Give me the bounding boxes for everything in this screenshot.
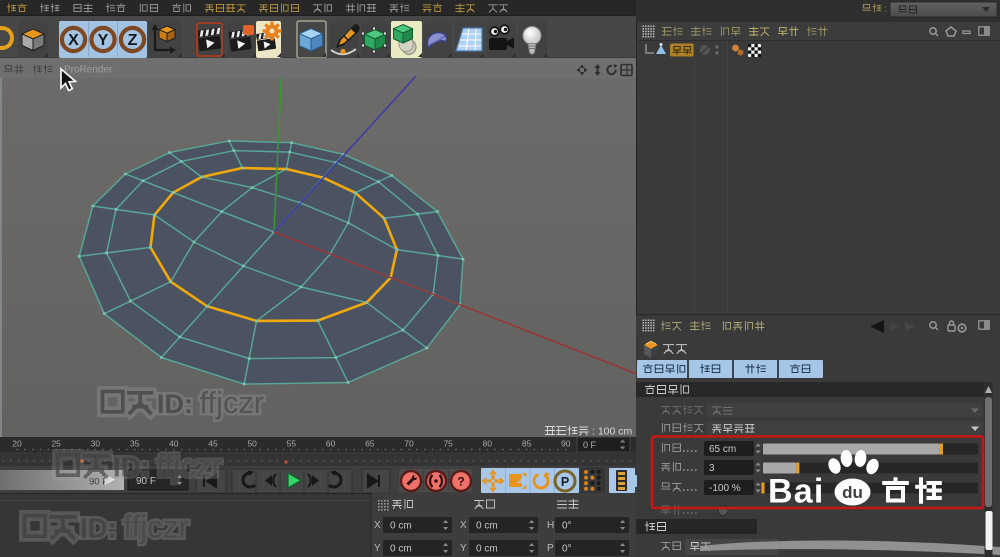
svg-text:0 cm: 0 cm [390,521,412,532]
svg-text:75: 75 [443,439,453,449]
svg-text:0 F: 0 F [583,440,597,450]
svg-text:du: du [842,483,863,502]
svg-text:P: P [561,475,569,489]
svg-text:Bai: Bai [768,473,825,511]
svg-text:Y: Y [374,543,381,554]
svg-text:65 cm: 65 cm [709,444,736,455]
svg-text:70: 70 [404,439,414,449]
svg-text:0 cm: 0 cm [390,544,412,555]
svg-text:Y: Y [98,32,109,49]
svg-text:ffjczr: ffjczr [156,449,222,484]
svg-text:: 100 cm: : 100 cm [592,426,633,438]
svg-text:65: 65 [365,439,375,449]
svg-text:Z: Z [128,32,138,49]
svg-text:3: 3 [709,463,715,474]
svg-text:P: P [547,543,554,554]
svg-text:50: 50 [247,439,257,449]
svg-text:85: 85 [522,439,532,449]
svg-text:ProRender: ProRender [64,65,113,76]
svg-text:-100 %: -100 % [709,483,741,494]
svg-text:45: 45 [208,439,218,449]
svg-text::: : [884,4,887,14]
svg-text:20: 20 [12,439,22,449]
svg-text:0 cm: 0 cm [476,521,498,532]
svg-text:X: X [374,520,381,531]
svg-text:25: 25 [51,439,61,449]
svg-text:ID:: ID: [113,452,150,483]
svg-text:?: ? [457,475,464,489]
svg-text:90: 90 [561,439,571,449]
svg-text:ID:: ID: [157,389,193,419]
svg-text:35: 35 [130,439,140,449]
svg-text:ID:: ID: [80,513,117,544]
svg-text:80: 80 [483,439,493,449]
svg-text:ffjczr: ffjczr [200,385,264,420]
svg-text:30: 30 [91,439,101,449]
svg-text:40: 40 [169,439,179,449]
svg-text:0 cm: 0 cm [476,544,498,555]
svg-text:0°: 0° [562,544,572,555]
svg-text:Y: Y [460,543,467,554]
svg-text:0°: 0° [562,521,572,532]
svg-text:X: X [460,520,467,531]
svg-text:H: H [547,520,554,531]
svg-text:60: 60 [326,439,336,449]
svg-text:ffjczr: ffjczr [123,510,189,545]
svg-text:55: 55 [287,439,297,449]
svg-text:X: X [68,32,79,49]
